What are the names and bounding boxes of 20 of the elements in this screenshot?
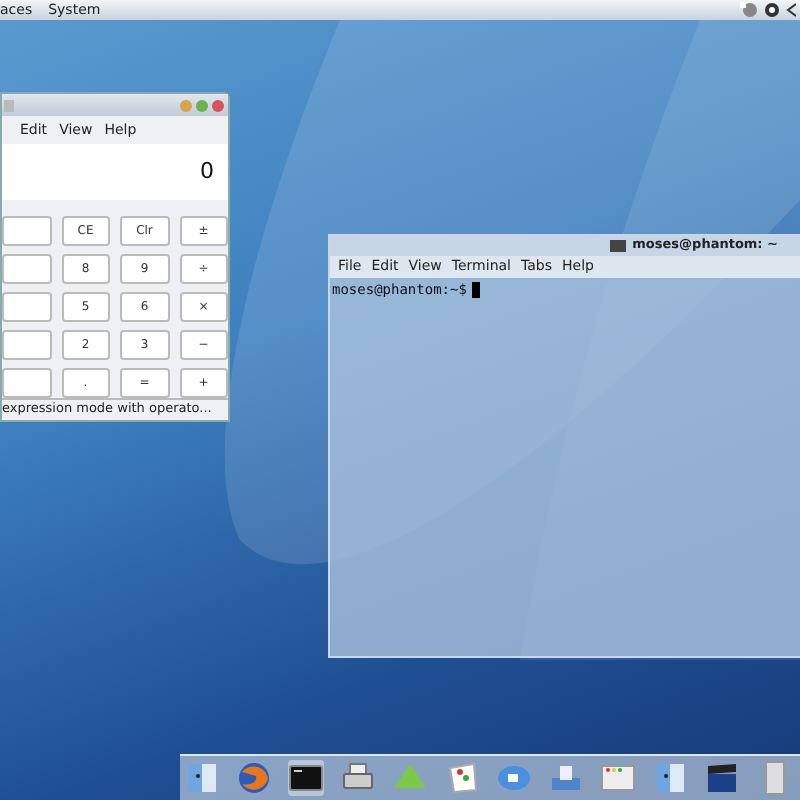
- eye-icon[interactable]: [764, 2, 780, 18]
- text-cursor: [472, 282, 481, 299]
- close-button[interactable]: [212, 99, 224, 111]
- cards-icon[interactable]: [444, 760, 480, 796]
- calculator-key[interactable]: [2, 292, 51, 322]
- calculator-key[interactable]: [2, 368, 51, 398]
- clapperboard-icon[interactable]: [704, 760, 740, 796]
- calculator-key[interactable]: [2, 254, 51, 284]
- calculator-key[interactable]: [2, 330, 51, 360]
- minimize-button[interactable]: [180, 99, 192, 111]
- window-icon[interactable]: [600, 760, 636, 796]
- calculator-key[interactable]: [2, 216, 51, 246]
- tray-icon[interactable]: [548, 760, 584, 796]
- terminal-icon: [610, 240, 627, 252]
- window-icon: [4, 99, 14, 111]
- terminal-icon[interactable]: [288, 760, 324, 796]
- maximize-button[interactable]: [196, 99, 208, 111]
- chat-bubble-icon[interactable]: [496, 760, 532, 796]
- globe-icon[interactable]: [236, 760, 272, 796]
- calculator-display: 0: [2, 144, 228, 200]
